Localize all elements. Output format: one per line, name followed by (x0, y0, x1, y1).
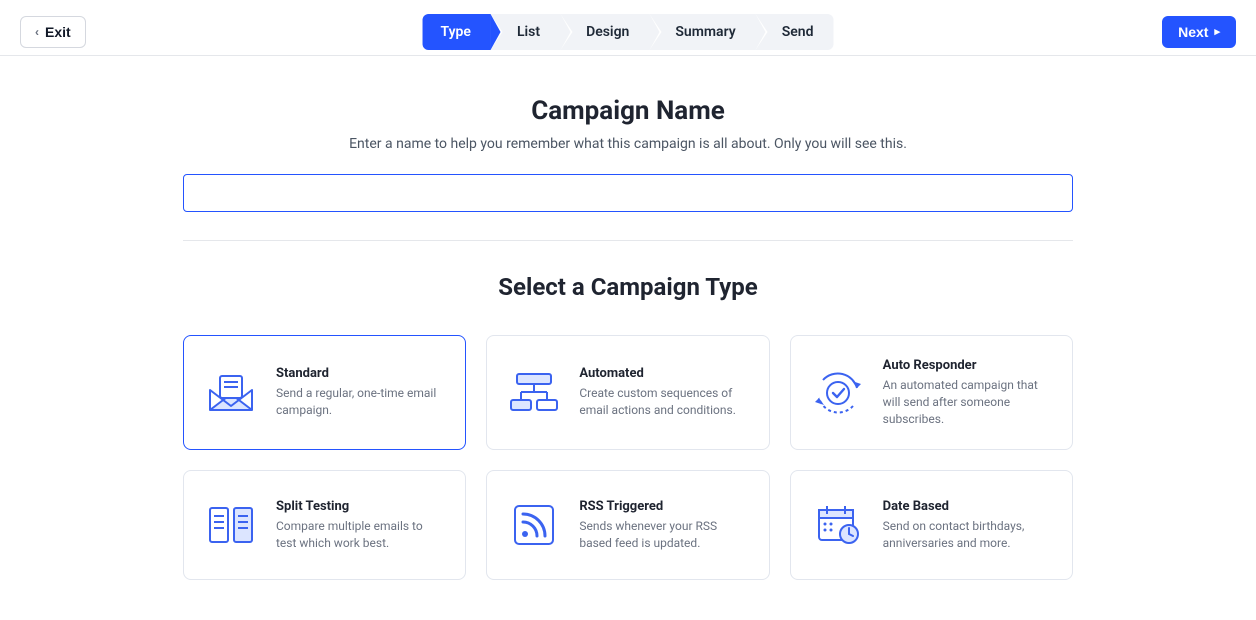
envelope-icon (204, 366, 258, 420)
campaign-type-heading: Select a Campaign Type (183, 273, 1073, 301)
step-summary[interactable]: Summary (649, 14, 755, 50)
type-card-automated[interactable]: Automated Create custom sequences of ema… (486, 335, 769, 450)
wizard-stepper: Type List Design Summary Send (423, 14, 834, 50)
topbar: ‹ Exit Type List Design Summary Send Nex… (0, 0, 1256, 56)
next-label: Next (1178, 24, 1208, 40)
type-card-desc: Compare multiple emails to test which wo… (276, 518, 445, 552)
campaign-type-grid: Standard Send a regular, one-time email … (183, 335, 1073, 580)
cycle-check-icon (811, 366, 865, 420)
type-card-desc: Send on contact birthdays, anniversaries… (883, 518, 1052, 552)
exit-label: Exit (45, 24, 71, 40)
chevron-right-icon: ▸ (1214, 25, 1220, 38)
campaign-name-subheading: Enter a name to help you remember what t… (183, 136, 1073, 152)
type-card-title: Date Based (883, 499, 1052, 514)
next-button[interactable]: Next ▸ (1162, 16, 1236, 48)
workflow-icon (507, 366, 561, 420)
type-card-title: Automated (579, 366, 748, 381)
type-card-split-testing[interactable]: Split Testing Compare multiple emails to… (183, 470, 466, 580)
campaign-name-input[interactable] (183, 174, 1073, 212)
type-card-title: Standard (276, 366, 445, 381)
type-card-title: Split Testing (276, 499, 445, 514)
type-card-standard[interactable]: Standard Send a regular, one-time email … (183, 335, 466, 450)
type-card-auto-responder[interactable]: Auto Responder An automated campaign tha… (790, 335, 1073, 450)
step-type[interactable]: Type (423, 14, 491, 50)
type-card-desc: Sends whenever your RSS based feed is up… (579, 518, 748, 552)
step-design[interactable]: Design (560, 14, 649, 50)
calendar-clock-icon (811, 498, 865, 552)
split-test-icon (204, 498, 258, 552)
type-card-rss-triggered[interactable]: RSS Triggered Sends whenever your RSS ba… (486, 470, 769, 580)
main-content: Campaign Name Enter a name to help you r… (173, 96, 1083, 620)
chevron-left-icon: ‹ (35, 25, 39, 39)
type-card-title: Auto Responder (883, 358, 1052, 373)
type-card-desc: Create custom sequences of email actions… (579, 385, 748, 419)
rss-icon (507, 498, 561, 552)
type-card-date-based[interactable]: Date Based Send on contact birthdays, an… (790, 470, 1073, 580)
section-divider (183, 240, 1073, 241)
exit-button[interactable]: ‹ Exit (20, 16, 86, 48)
type-card-desc: An automated campaign that will send aft… (883, 377, 1052, 427)
type-card-title: RSS Triggered (579, 499, 748, 514)
campaign-name-heading: Campaign Name (183, 96, 1073, 126)
type-card-desc: Send a regular, one-time email campaign. (276, 385, 445, 419)
